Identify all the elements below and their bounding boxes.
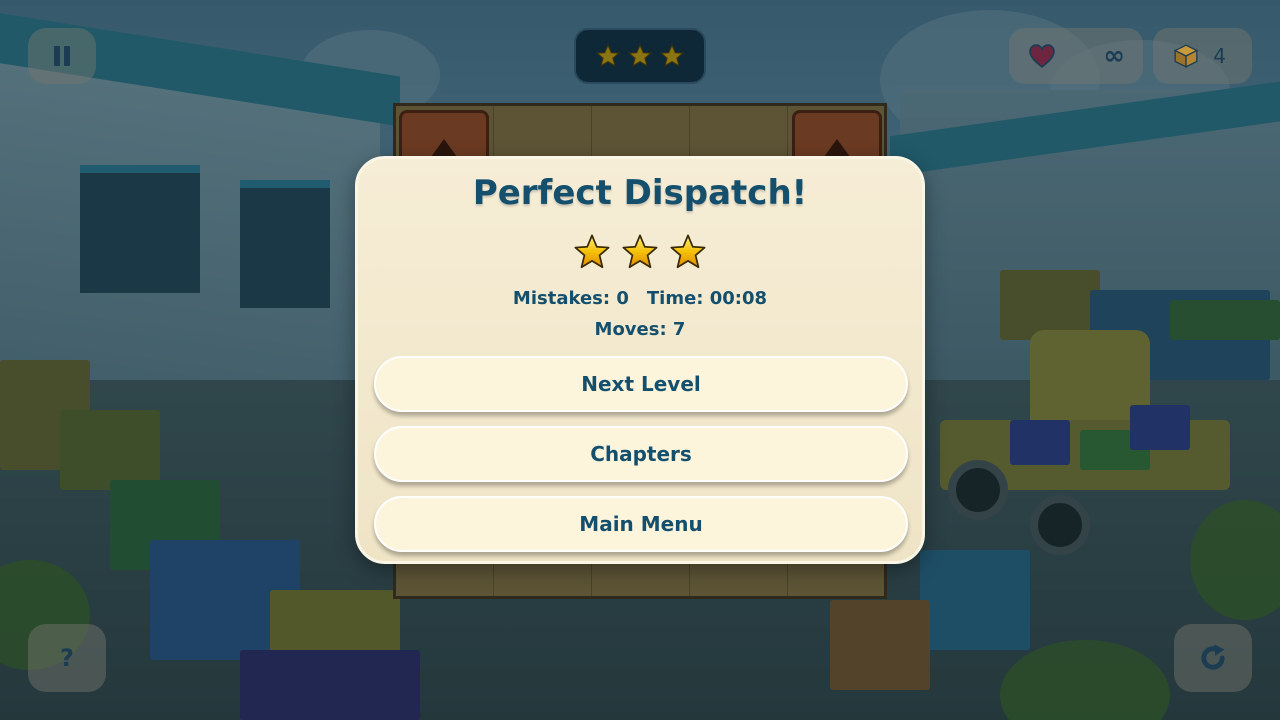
boxes-count: 4 (1213, 44, 1226, 68)
pause-button[interactable] (28, 28, 96, 84)
mistakes-stat: Mistakes: 0 (512, 288, 629, 309)
heart-icon (1029, 44, 1055, 68)
level-complete-dialog: Perfect Dispatch! Mistakes: 0 Time: 00:08… (355, 156, 925, 564)
pause-icon (54, 46, 60, 66)
star-icon (574, 234, 610, 269)
star-icon (670, 234, 706, 269)
lives-counter: ∞ (1009, 28, 1143, 84)
dialog-title: Perfect Dispatch! (472, 173, 808, 213)
help-icon: ? (60, 644, 74, 672)
help-button[interactable]: ? (28, 624, 106, 692)
level-star-tray (574, 28, 706, 84)
lives-value: ∞ (1103, 41, 1125, 71)
next-level-button[interactable]: Next Level (374, 356, 908, 412)
main-menu-button[interactable]: Main Menu (374, 496, 908, 552)
star-icon (622, 234, 658, 269)
chapters-button[interactable]: Chapters (374, 426, 908, 482)
stats-line: Moves: 7 (358, 319, 922, 340)
time-stat: Time: 00:08 (646, 288, 768, 309)
box-icon (1173, 44, 1199, 68)
restart-button[interactable] (1174, 624, 1252, 692)
stats-line: Mistakes: 0 Time: 00:08 (358, 288, 922, 309)
star-icon (595, 43, 621, 67)
star-icon (659, 43, 685, 67)
restart-icon (1201, 644, 1225, 670)
pause-icon (64, 46, 70, 66)
star-icon (627, 43, 653, 67)
rating-stars (358, 233, 922, 271)
boxes-counter: 4 (1153, 28, 1252, 84)
moves-stat: Moves: 7 (594, 319, 686, 340)
